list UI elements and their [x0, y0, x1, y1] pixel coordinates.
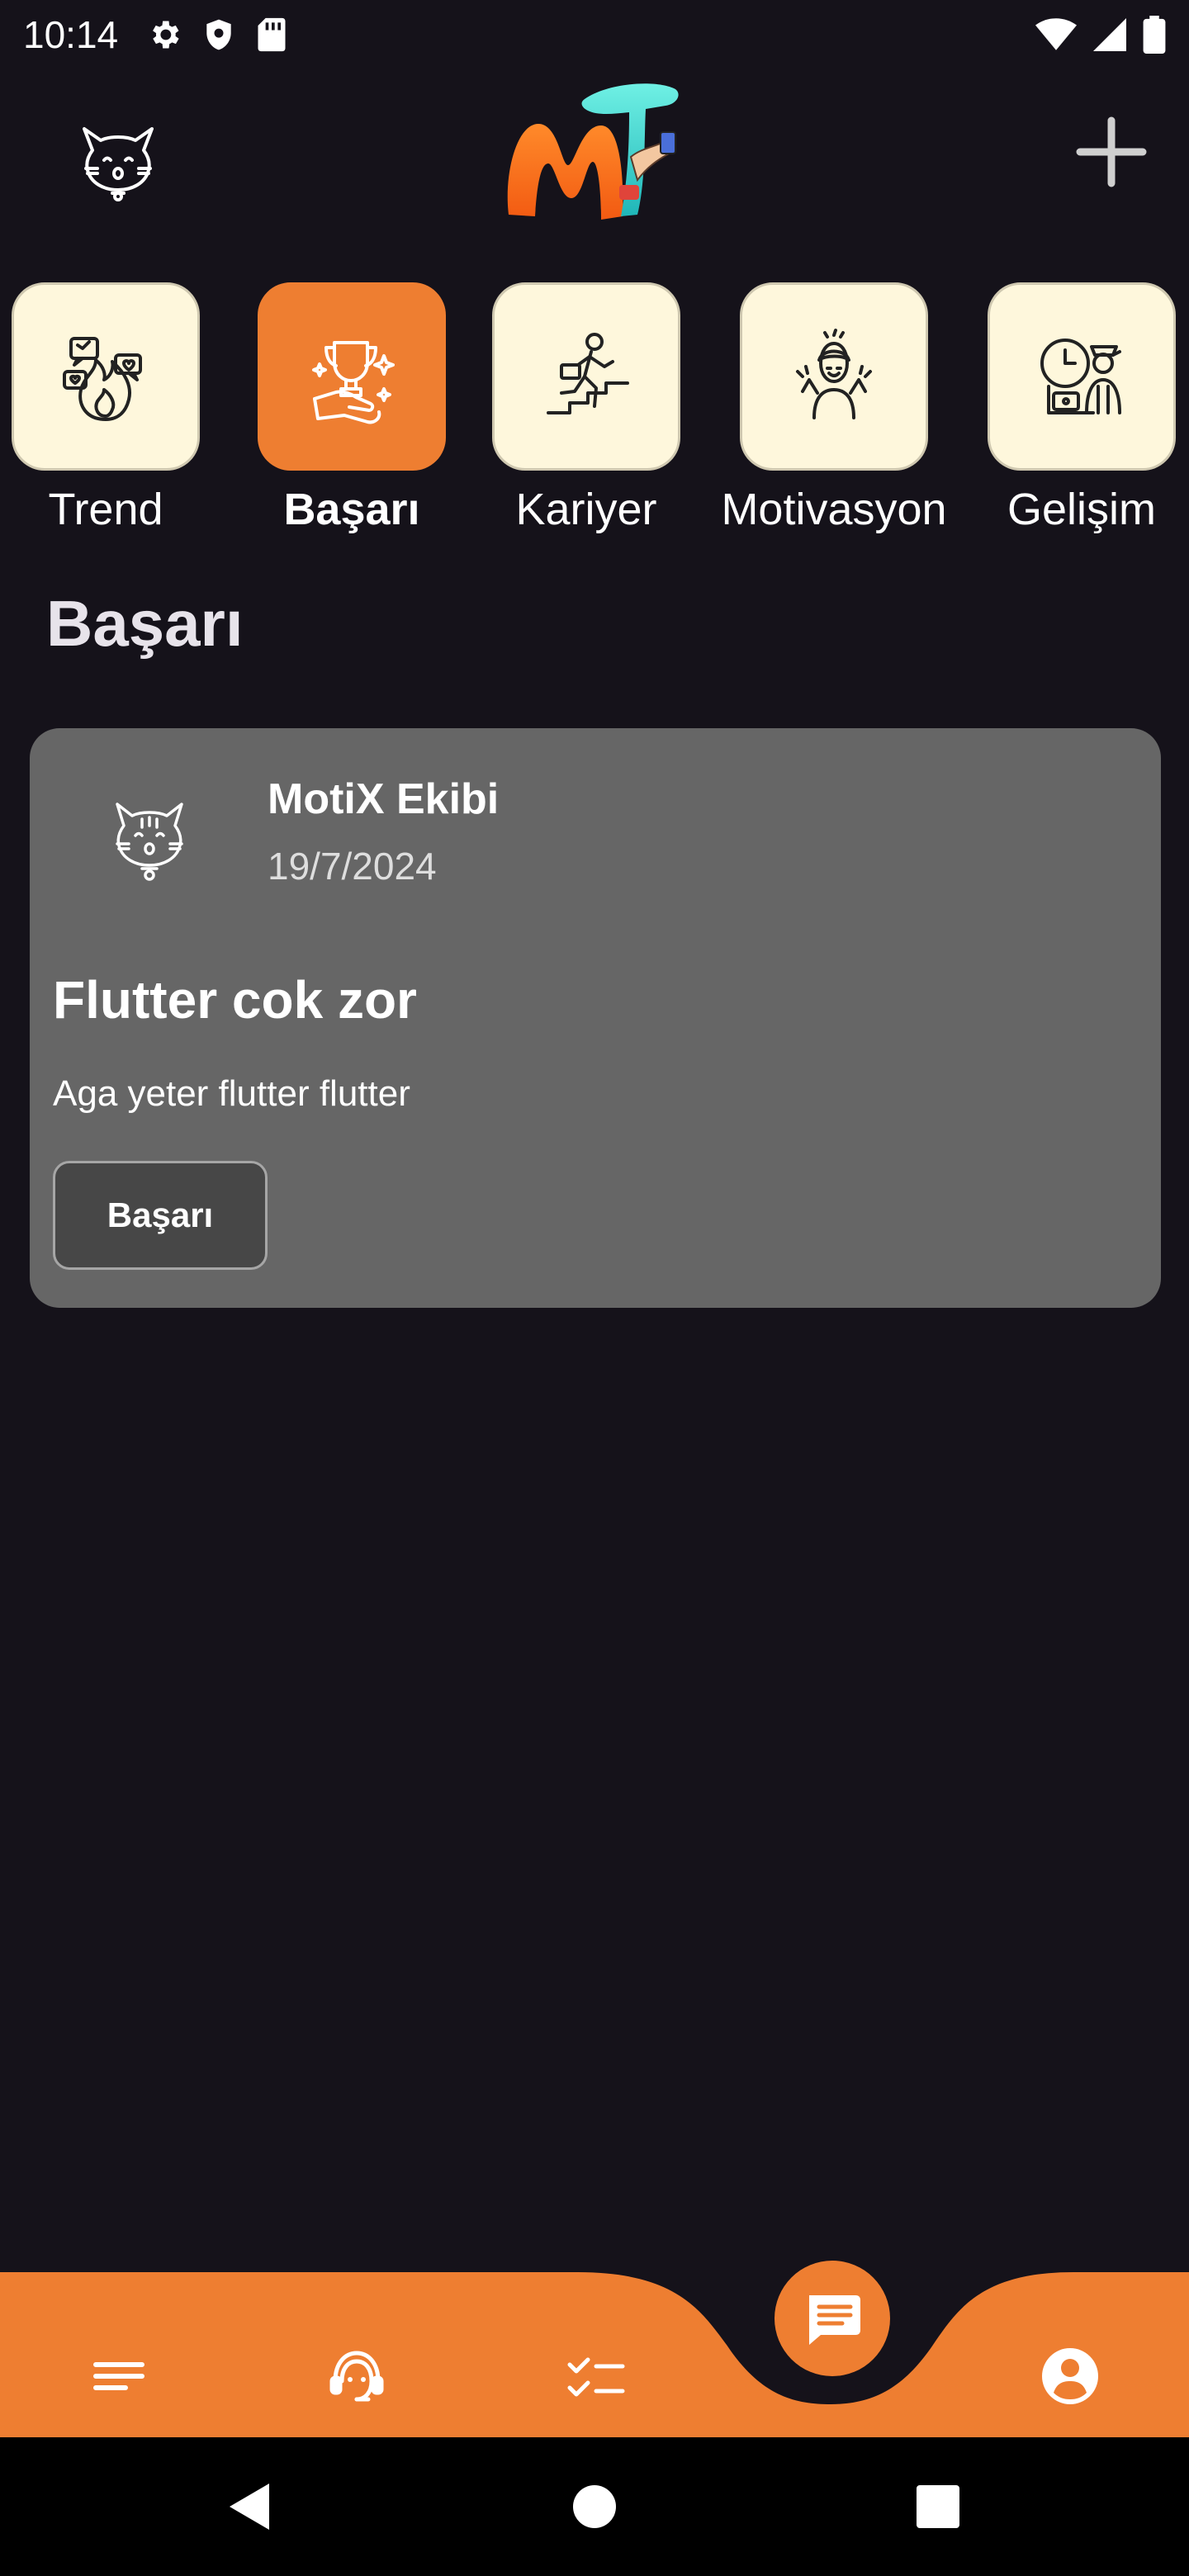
support-agent-icon[interactable]: [324, 2343, 390, 2409]
status-time: 10:14: [23, 13, 119, 56]
sd-card-icon: [258, 17, 286, 52]
category-label: Gelişim: [1007, 485, 1156, 534]
status-bar: 10:14: [0, 0, 1189, 69]
add-post-button[interactable]: [1070, 111, 1153, 193]
development-clock-icon: [1040, 339, 1121, 414]
signal-icon: [1093, 18, 1126, 51]
battery-icon: [1143, 16, 1166, 54]
checklist-icon[interactable]: [563, 2343, 629, 2409]
category-kariyer[interactable]: Kariyer: [492, 281, 707, 545]
category-tile[interactable]: [492, 282, 680, 471]
recents-icon[interactable]: [897, 2465, 979, 2548]
category-tile[interactable]: [12, 282, 200, 471]
cat-face-icon: [116, 803, 183, 881]
category-trend[interactable]: Trend: [12, 281, 226, 545]
trend-fire-icon: [63, 337, 142, 421]
page-title: Başarı: [46, 587, 244, 660]
category-motivasyon[interactable]: Motivasyon: [721, 281, 955, 545]
status-icons-left: [146, 17, 288, 53]
profile-icon[interactable]: [1037, 2343, 1103, 2409]
back-icon[interactable]: [208, 2465, 291, 2548]
category-tile[interactable]: [740, 282, 928, 471]
chat-nav-button[interactable]: [775, 2261, 890, 2376]
motivation-person-icon: [796, 329, 872, 419]
category-basari[interactable]: Başarı: [258, 281, 472, 545]
category-tile-active[interactable]: [258, 282, 446, 471]
trophy-icon: [312, 341, 395, 424]
app-logo: [507, 83, 679, 220]
category-gelisim[interactable]: Gelişim: [988, 281, 1189, 545]
cat-face-icon[interactable]: [73, 111, 163, 201]
app-bar: [0, 69, 1189, 234]
shield-icon: [206, 19, 231, 50]
chat-icon: [809, 2295, 860, 2345]
category-label: Motivasyon: [721, 485, 947, 534]
career-stairs-icon: [547, 333, 629, 414]
wifi-icon: [1035, 18, 1077, 50]
post-category-chip[interactable]: Başarı: [53, 1161, 268, 1270]
post-card[interactable]: MotiX Ekibi 19/7/2024 Flutter cok zor Ag…: [30, 728, 1161, 1308]
category-label: Başarı: [283, 485, 420, 534]
category-label: Trend: [48, 485, 163, 534]
bottom-navigation: [0, 2229, 1189, 2437]
home-icon[interactable]: [553, 2465, 636, 2548]
category-tile[interactable]: [988, 282, 1176, 471]
status-icons-right: [1035, 16, 1166, 54]
post-date: 19/7/2024: [268, 845, 437, 888]
gear-icon: [153, 21, 179, 49]
category-bar: Trend Başarı Kariyer Motivasyon Gelişim: [0, 281, 1189, 545]
system-navigation-bar: [0, 2437, 1189, 2576]
menu-icon[interactable]: [86, 2343, 152, 2409]
post-author: MotiX Ekibi: [268, 775, 500, 823]
post-title: Flutter cok zor: [53, 970, 417, 1030]
post-body: Aga yeter flutter flutter: [53, 1073, 410, 1114]
category-label: Kariyer: [515, 485, 657, 534]
